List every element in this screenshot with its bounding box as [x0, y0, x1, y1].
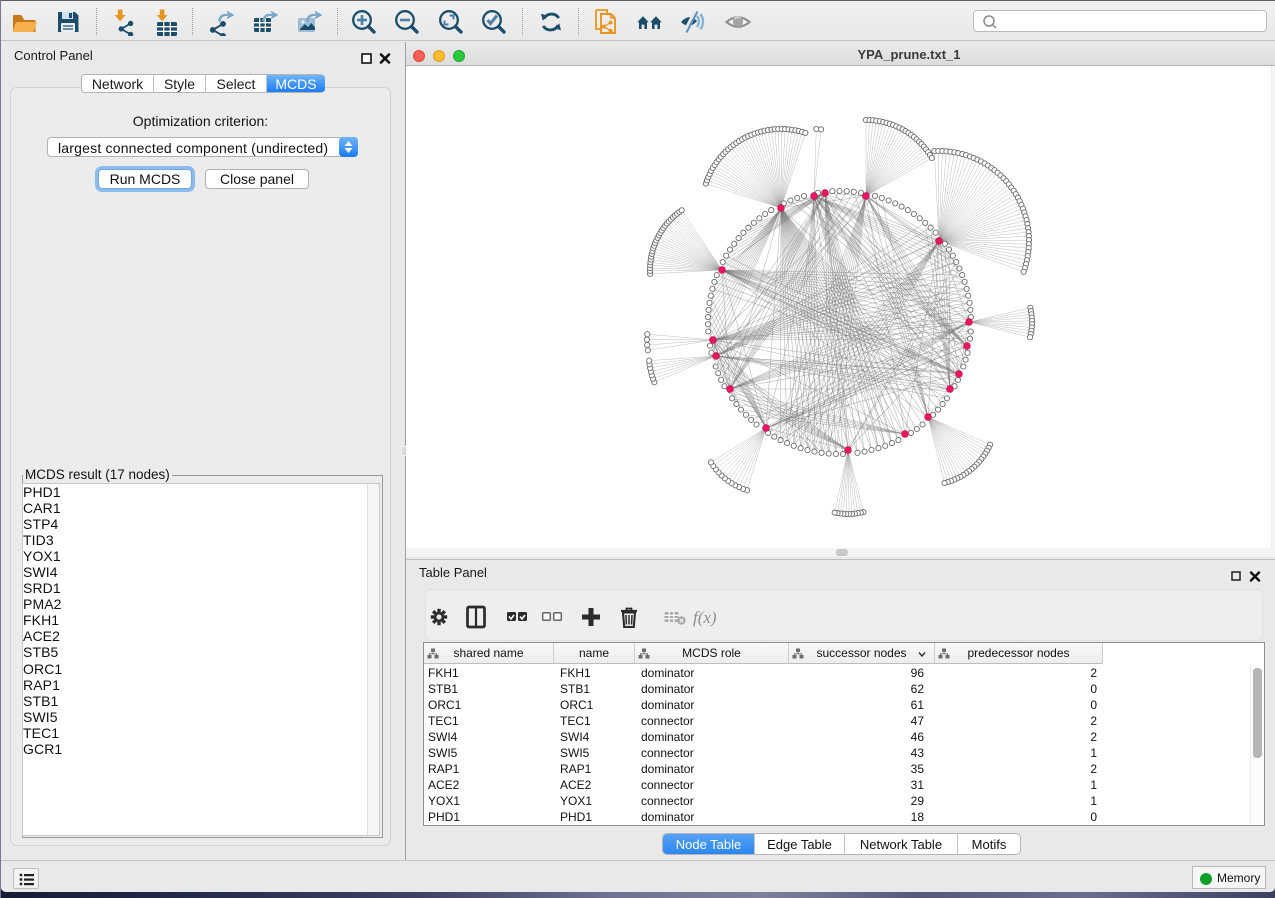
svg-text:f(x): f(x): [693, 608, 717, 627]
